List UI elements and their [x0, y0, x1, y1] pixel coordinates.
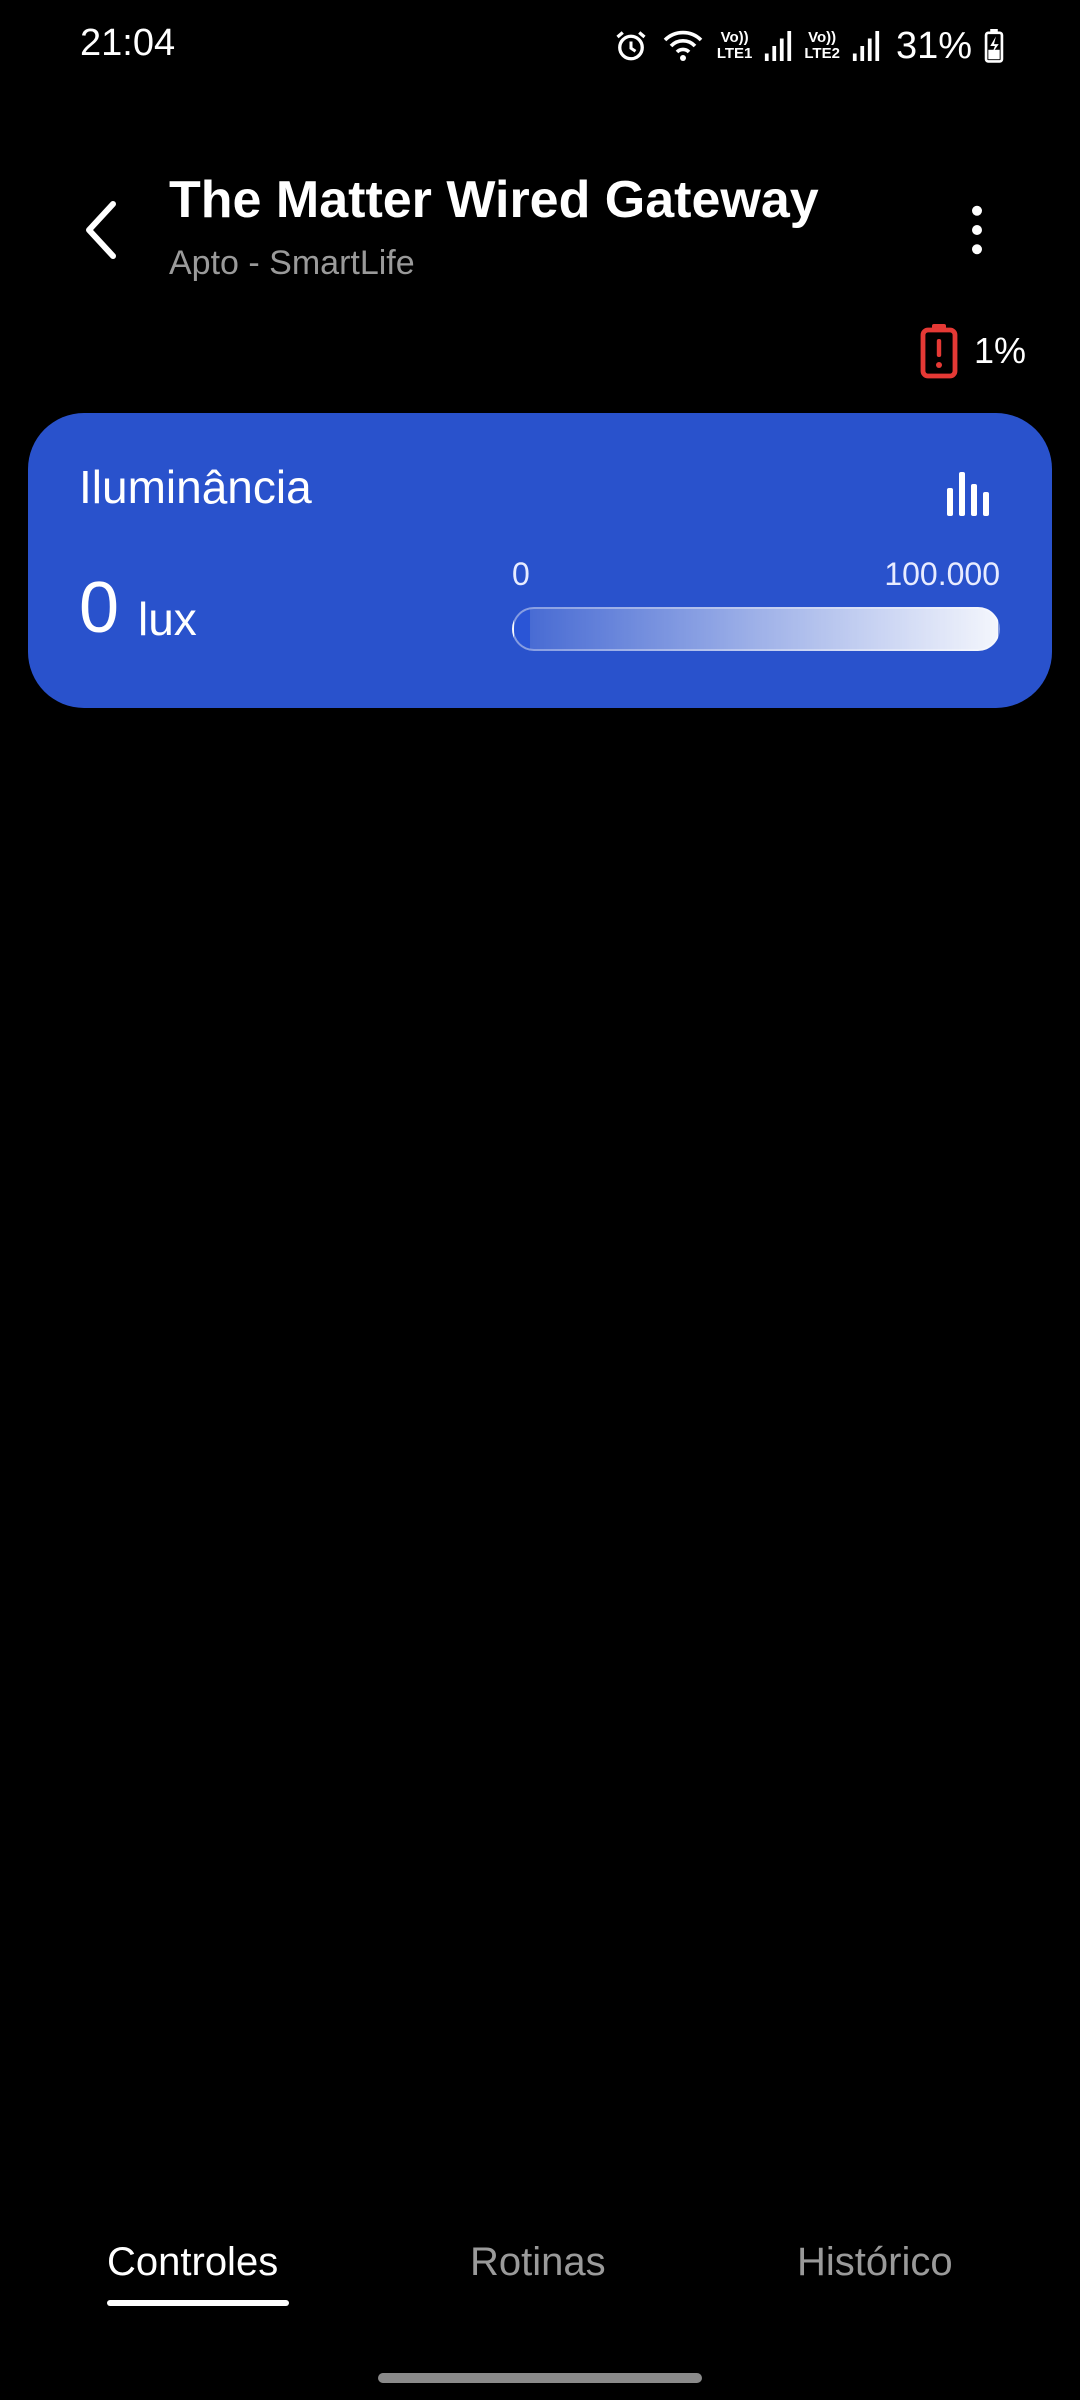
illuminance-unit: lux — [138, 593, 197, 645]
device-battery-level: 1% — [973, 330, 1026, 371]
volte-lte1-indicator: Vo)) LTE1 — [716, 29, 753, 62]
home-indicator[interactable] — [378, 2373, 702, 2383]
range-max-label: 100.000 — [884, 556, 1000, 592]
bar-chart-icon — [947, 472, 989, 516]
back-button[interactable] — [70, 190, 130, 270]
history-chart-button[interactable] — [940, 466, 996, 522]
page-subtitle: Apto - SmartLife — [169, 244, 415, 282]
signal-icon — [852, 31, 880, 61]
range-min-label: 0 — [512, 556, 530, 592]
status-battery-percent: 31% — [895, 24, 972, 67]
tab-rotinas[interactable]: Rotinas — [470, 2240, 606, 2285]
device-battery-status: 1% — [920, 323, 1026, 379]
signal-icon — [765, 31, 792, 61]
alarm-icon — [616, 31, 646, 61]
wifi-icon — [663, 30, 703, 61]
more-options-button[interactable] — [952, 195, 1002, 265]
more-vertical-icon — [972, 205, 982, 255]
volte-lte2-indicator: Vo)) LTE2 — [804, 29, 840, 62]
active-tab-indicator — [107, 2300, 289, 2306]
tab-controles[interactable]: Controles — [107, 2240, 278, 2285]
illuminance-level-bar — [512, 607, 1000, 651]
illuminance-value: 0 — [79, 568, 120, 648]
tab-historico[interactable]: Histórico — [797, 2240, 953, 2285]
battery-charging-icon — [984, 29, 1004, 63]
illuminance-level-fill — [514, 609, 530, 649]
page-title: The Matter Wired Gateway — [169, 171, 819, 229]
battery-warning-icon — [920, 324, 958, 379]
chevron-left-icon — [86, 201, 116, 259]
status-time: 21:04 — [80, 22, 176, 64]
status-icons: Vo)) LTE1 Vo)) LTE2 31% — [613, 22, 1004, 70]
illuminance-title: Iluminância — [79, 461, 312, 513]
